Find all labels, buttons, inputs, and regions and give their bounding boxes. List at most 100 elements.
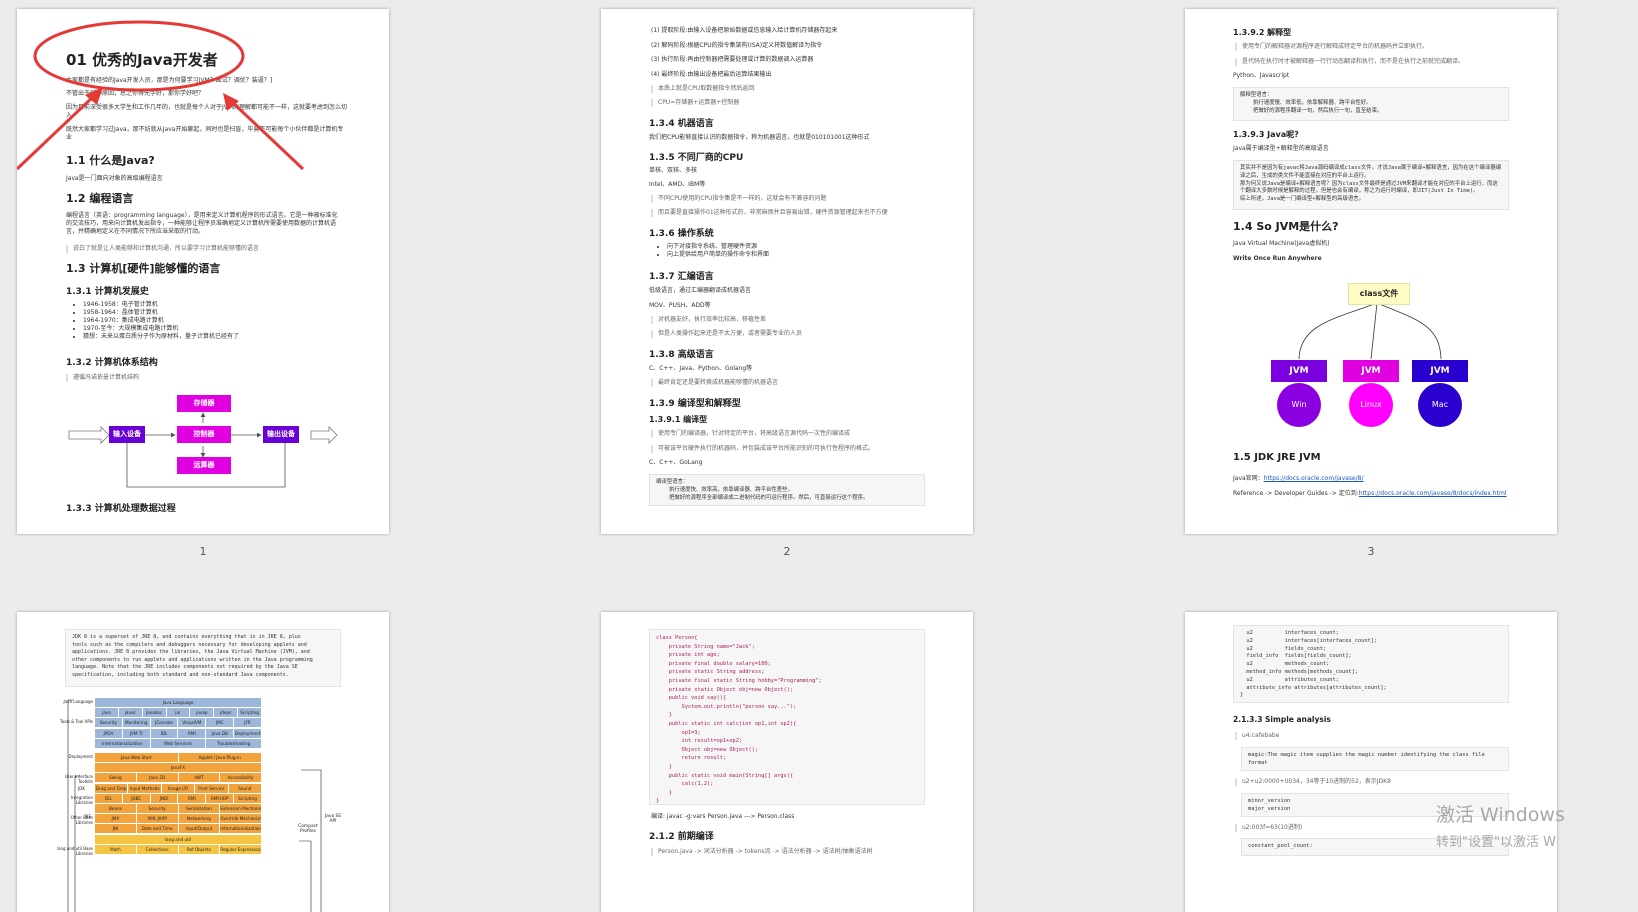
- arch-row: Beans Security Serialization Extension Mech…: [95, 804, 261, 813]
- arch-row-label: Tools & Tool APIs: [60, 719, 93, 725]
- arch-row: Internationalization Web Services Troubles…: [95, 738, 262, 748]
- history-list: 1946-1958：电子管计算机 1958-1964：晶体管计算机 1964-1…: [73, 301, 349, 341]
- section-heading: 1.3.5 不同厂商的CPU: [649, 153, 744, 163]
- section-heading: 1.3.9 编译型和解释型: [649, 399, 741, 409]
- arch-cell: JFR: [234, 718, 261, 728]
- doc-link[interactable]: https://docs.oracle.com/javase/8/: [1264, 475, 1364, 482]
- arch-row: Security Monitoring JConsole VisualVM JMC JFR: [95, 718, 261, 728]
- quote-block: 可被该平台硬件执行的机器码，并包装成该平台所能识别的可执行性程序的格式。: [651, 445, 933, 453]
- page-number: 1: [199, 545, 207, 558]
- arch-cell: java: [95, 708, 118, 718]
- class-file-note: class文件: [1348, 283, 1410, 305]
- list-item: 1970-至今：大规模集成电路计算机: [83, 325, 349, 333]
- code-block: JDK 8 is a superset of JRE 8, and contai…: [65, 629, 341, 687]
- arch-cell: jdeps: [214, 708, 238, 718]
- arch-cell: Ref Objects: [178, 844, 220, 854]
- section-heading: 1.3.3 计算机处理数据过程: [66, 504, 176, 514]
- arch-cell: IDL: [150, 728, 178, 738]
- arch-row: java javac javadoc jar javap jdeps Scripting: [95, 708, 262, 718]
- arch-row: lang and util: [95, 834, 261, 844]
- arch-cell: JNDI: [150, 793, 178, 803]
- arch-cell: RMI: [178, 728, 206, 738]
- doc-link[interactable]: https://docs.oracle.com/javase/8/docs/in…: [1359, 490, 1507, 497]
- storage-box: 存储器: [177, 395, 231, 412]
- os-circle-linux: Linux: [1349, 383, 1393, 427]
- watermark-subtitle: 转到"设置"以激活 W: [1436, 835, 1556, 850]
- body-text: C、C++、GoLang: [649, 459, 703, 466]
- page-6[interactable]: u2 interfaces_count; u2 interfaces[inter…: [1185, 612, 1557, 912]
- arch-cell: RMI-IIOP: [206, 793, 234, 803]
- arch-cell: VisualVM: [178, 718, 206, 728]
- body-text: 低级语言，通过汇编器翻译成机器语言: [649, 287, 752, 294]
- step-text: (4) 最终阶段:由输出设备把最后运算结果输出: [651, 71, 772, 78]
- quote-block: 对机器友好，执行效率比较高，移植性差: [651, 316, 933, 324]
- arch-cell: Scripting: [238, 708, 262, 718]
- page-3[interactable]: 1.3.9.2 解释型 使用专门的解释器对源程序逐行解释成特定平台的机器码并立即…: [1185, 9, 1557, 534]
- arch-cell: Java Web Start: [95, 753, 178, 762]
- section-heading: 2.1.2 前期编译: [649, 832, 714, 842]
- arch-cell: Java 2D: [136, 773, 178, 783]
- body-text: C、C++、Java、Python、Golang等: [649, 365, 753, 372]
- arch-row-label: User Interface Toolkits: [64, 774, 93, 785]
- link-label: Reference -> Developer Guides -> 定位到:: [1233, 490, 1359, 497]
- quote-block: u2+u2:0000+0034，34等于10进制的52，表示JDK8: [1235, 778, 1517, 786]
- arch-cell: lang and util: [95, 834, 261, 844]
- section-heading: 1.3.2 计算机体系结构: [66, 358, 158, 368]
- arch-cell: Drag and Drop: [95, 783, 128, 793]
- section-heading: 1.3.6 操作系统: [649, 229, 714, 239]
- list-item: 1958-1964：晶体管计算机: [83, 309, 349, 317]
- arch-cell: Swing: [95, 773, 136, 783]
- arch-cell: Sound: [228, 783, 262, 793]
- output-box: 输出设备: [263, 426, 299, 443]
- body-text: 编程语言（英语：programming language），是用来定义计算机程序…: [66, 212, 338, 235]
- page-1[interactable]: 01 优秀的Java开发者 大家都是有经验的Java开发人员，那是为何要学习JV…: [17, 9, 389, 534]
- arch-row: Java Language: [95, 698, 261, 707]
- arch-row: JPDA JVM TI IDL RMI Java DB Deployment: [95, 728, 261, 738]
- arch-row-label: Other Base Libraries: [70, 815, 93, 826]
- arch-row-label: Deployment: [68, 754, 93, 759]
- arch-cell: Extension Mechanism: [220, 804, 261, 813]
- side-label-api: Java SE API: [324, 814, 342, 824]
- page-5[interactable]: class Person{ private String name="Jack"…: [601, 612, 973, 912]
- jvm-box: JVM: [1271, 360, 1327, 382]
- step-text: (3) 执行阶段:再由控制器把需要处理或计算的数据调入运算器: [651, 56, 814, 63]
- arch-cell: Web Services: [150, 738, 206, 748]
- jvm-box: JVM: [1343, 360, 1399, 382]
- arch-cell: Accessibility: [220, 773, 261, 783]
- arch-cell: Beans: [95, 804, 136, 813]
- arch-cell: Applet / Java Plug-in: [178, 753, 261, 762]
- arch-cell: Troubleshooting: [206, 738, 262, 748]
- section-heading: 1.3.1 计算机发展史: [66, 287, 149, 297]
- quote-block: Person.java -> 词法分析器 -> tokens流 -> 语法分析器…: [651, 848, 933, 856]
- arch-cell: javadoc: [142, 708, 166, 718]
- arch-cell: JVM TI: [122, 728, 150, 738]
- body-text: 单核、双核、多核: [649, 167, 698, 174]
- arch-cell: Math: [95, 844, 136, 854]
- os-list: 向下对接指令系统、管理硬件资源 向上提供给用户简单的操作命令和界面: [657, 243, 973, 259]
- body-text: Intel、AMD、IBM等: [649, 181, 706, 188]
- input-box: 输入设备: [109, 426, 145, 443]
- quote-block: 本质上就是CPU取数据指令然后返回: [651, 85, 933, 93]
- arch-cell: JMC: [206, 718, 234, 728]
- arch-row: JavaFX: [95, 763, 261, 773]
- arch-cell: RMI: [178, 793, 206, 803]
- list-item: 猜想：未来以蛋白质分子作为原材料，量子计算机已经有了: [83, 333, 349, 341]
- windows-activation-watermark: 激活 Windows 转到"设置"以激活 W: [1436, 800, 1565, 850]
- arch-cell: Internationalization: [95, 738, 150, 748]
- arch-cell: Image I/O: [161, 783, 195, 793]
- arch-cell: Java DB: [206, 728, 234, 738]
- quote-block: 遵循冯诺依曼计算机结构: [66, 374, 349, 382]
- arch-cell: Serialization: [178, 804, 220, 813]
- quote-block: 不同CPU使用的CPU指令集是不一样的，这就会有不兼容的问题: [651, 195, 933, 203]
- arch-cell: Input/Output: [178, 824, 220, 834]
- arch-cell: jar: [166, 708, 190, 718]
- list-item: 1964-1970：集成电路计算机: [83, 317, 349, 325]
- arch-cell: JNI: [95, 824, 136, 834]
- control-box: 控制器: [177, 426, 231, 443]
- page-2[interactable]: (1) 提取阶段:由输入设备把原始数据或信息输入给计算机存储器存起来 (2) 解…: [601, 9, 973, 534]
- step-text: (1) 提取阶段:由输入设备把原始数据或信息输入给计算机存储器存起来: [651, 27, 838, 34]
- arch-cell: Override Mechanism: [220, 814, 261, 824]
- list-item: 向下对接指令系统、管理硬件资源: [667, 243, 973, 251]
- page-4[interactable]: JDK 8 is a superset of JRE 8, and contai…: [17, 612, 389, 912]
- arch-row-label: Integration Libraries: [70, 794, 93, 805]
